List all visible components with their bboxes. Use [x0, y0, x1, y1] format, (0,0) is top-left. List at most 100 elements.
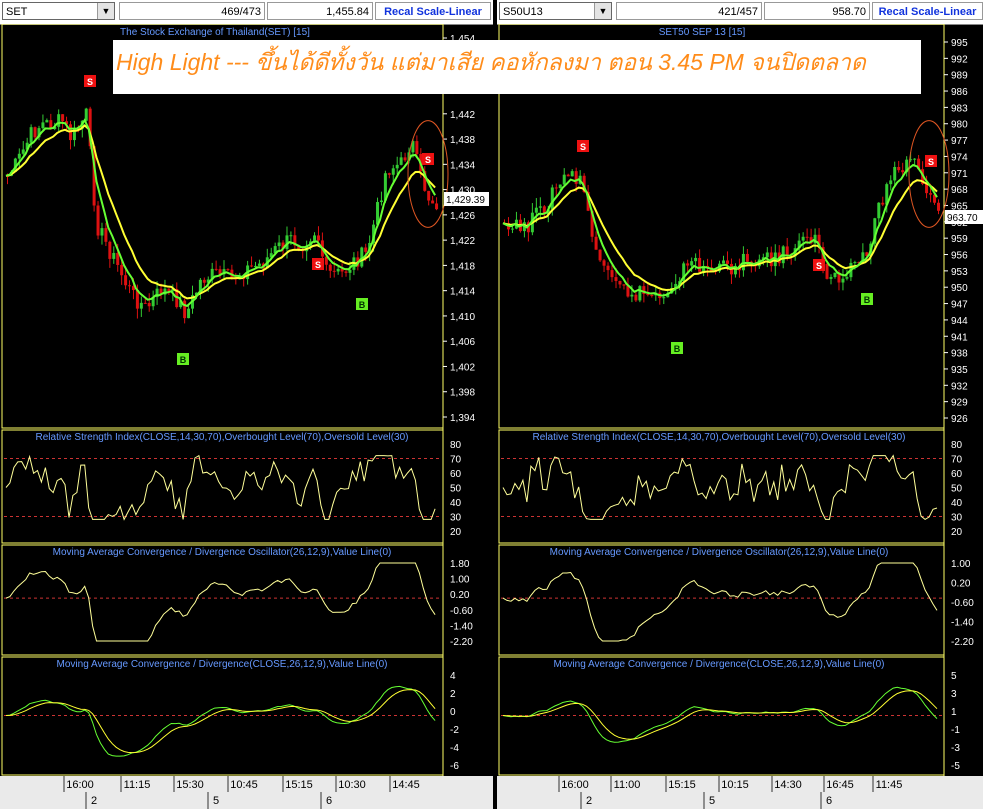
- day-tick-label: 2: [586, 795, 592, 807]
- rsi-tick-label: 80: [450, 440, 462, 451]
- time-tick-label: 14:45: [392, 779, 420, 791]
- candle-body: [21, 149, 25, 154]
- price-tick-label: 1,406: [450, 337, 475, 348]
- time-tick-label: 11:00: [614, 779, 641, 791]
- chevron-down-icon[interactable]: ▼: [594, 3, 611, 19]
- candle-body: [17, 153, 21, 159]
- oscillator-tick-label: 1.00: [951, 559, 971, 570]
- price-tick-label: 938: [951, 349, 968, 360]
- candle-body: [562, 174, 566, 185]
- signal-label: S: [87, 77, 93, 87]
- candle-body: [214, 268, 218, 270]
- price-tick-label: 1,414: [450, 287, 475, 298]
- oscillator-tick-label: 1.80: [450, 559, 470, 570]
- macd-signal-line: [5, 689, 436, 754]
- candle-body: [253, 265, 257, 267]
- signal-label: S: [580, 142, 586, 152]
- candle-body: [785, 246, 789, 256]
- right-symbol-select[interactable]: S50U13 ▼: [499, 2, 612, 20]
- chart-title: SET50 SEP 13 [15]: [659, 27, 746, 38]
- day-tick-label: 5: [709, 795, 715, 807]
- rsi-tick-label: 40: [450, 498, 462, 509]
- left-chart-canvas[interactable]: The Stock Exchange of Thailand(SET) [15]…: [0, 24, 493, 809]
- candle-body: [925, 183, 929, 194]
- left-counter: 469/473: [119, 2, 265, 20]
- candle-body: [364, 247, 368, 252]
- rsi-tick-label: 80: [951, 440, 963, 451]
- price-tick-label: 989: [951, 71, 968, 82]
- left-toolbar: SET ▼ 469/473 1,455.84 Recal Scale-Linea…: [0, 0, 493, 25]
- price-tick-label: 1,410: [450, 312, 475, 323]
- candle-body: [108, 241, 112, 259]
- candle-body: [510, 228, 514, 230]
- macd-title: Moving Average Convergence / Divergence(…: [554, 659, 885, 670]
- macd-tick-label: 3: [951, 689, 957, 700]
- time-tick-label: 16:00: [66, 779, 94, 791]
- candle-body: [435, 203, 439, 210]
- right-counter: 421/457: [616, 2, 762, 20]
- candle-body: [61, 114, 65, 122]
- time-tick-label: 11:45: [876, 779, 903, 791]
- macd-tick-label: -5: [951, 761, 960, 772]
- time-tick-label: 16:45: [826, 779, 854, 791]
- candle-body: [226, 269, 230, 271]
- price-tick-label: 974: [951, 152, 968, 163]
- candle-body: [805, 236, 809, 238]
- candle-body: [128, 285, 132, 287]
- macd-tick-label: -2: [450, 725, 459, 736]
- candle-body: [897, 166, 901, 171]
- rsi-tick-label: 60: [951, 469, 963, 480]
- right-recal-button[interactable]: Recal Scale-Linear: [872, 2, 983, 20]
- signal-label: B: [180, 355, 187, 365]
- candle-body: [187, 308, 191, 319]
- candle-body: [538, 206, 542, 208]
- candle-body: [332, 270, 336, 272]
- candle-body: [116, 252, 120, 265]
- candle-body: [45, 120, 49, 123]
- candle-body: [100, 228, 104, 236]
- oscillator-tick-label: 0.20: [951, 579, 971, 590]
- candle-body: [33, 127, 37, 138]
- rsi-tick-label: 50: [450, 484, 462, 495]
- candle-body: [257, 263, 261, 266]
- candle-body: [929, 193, 933, 195]
- left-chart-panel: SET ▼ 469/473 1,455.84 Recal Scale-Linea…: [0, 0, 493, 809]
- ma-slow-line: [502, 179, 938, 292]
- time-tick-label: 14:30: [774, 779, 802, 791]
- right-symbol-value: S50U13: [503, 6, 543, 18]
- candle-body: [594, 236, 598, 250]
- right-chart-canvas[interactable]: SET50 SEP 13 [15] 995 992 989 986 983 980 977 97…: [497, 24, 983, 809]
- candle-body: [622, 284, 626, 286]
- time-tick-label: 16:00: [561, 779, 589, 791]
- candle-body: [630, 294, 634, 297]
- oscillator-tick-label: 1.00: [450, 575, 470, 586]
- candle-body: [104, 228, 108, 242]
- candle-body: [893, 166, 897, 181]
- rsi-title: Relative Strength Index(CLOSE,14,30,70),…: [36, 432, 409, 443]
- candle-body: [698, 257, 702, 272]
- oscillator-tick-label: 0.20: [450, 590, 470, 601]
- signal-label: B: [674, 344, 681, 354]
- candle-body: [913, 158, 917, 160]
- rsi-tick-label: 30: [450, 513, 462, 524]
- chart-title: The Stock Exchange of Thailand(SET) [15]: [120, 27, 310, 38]
- left-recal-button[interactable]: Recal Scale-Linear: [375, 2, 491, 20]
- candle-body: [250, 265, 254, 267]
- candle-body: [391, 168, 395, 175]
- rsi-tick-label: 20: [450, 527, 462, 538]
- time-tick-label: 15:15: [668, 779, 696, 791]
- candle-body: [833, 272, 837, 278]
- left-price-value: 1,455.84: [267, 2, 373, 20]
- price-tick-label: 986: [951, 87, 968, 98]
- right-price-value: 958.70: [764, 2, 870, 20]
- candle-body: [606, 265, 610, 271]
- rsi-tick-label: 20: [951, 527, 963, 538]
- candle-body: [686, 263, 690, 266]
- macd-tick-label: -3: [951, 743, 960, 754]
- candle-body: [877, 202, 881, 219]
- macd-title: Moving Average Convergence / Divergence(…: [57, 659, 388, 670]
- signal-label: S: [816, 261, 822, 271]
- chevron-down-icon[interactable]: ▼: [97, 3, 114, 19]
- left-symbol-select[interactable]: SET ▼: [2, 2, 115, 20]
- candle-body: [41, 122, 45, 129]
